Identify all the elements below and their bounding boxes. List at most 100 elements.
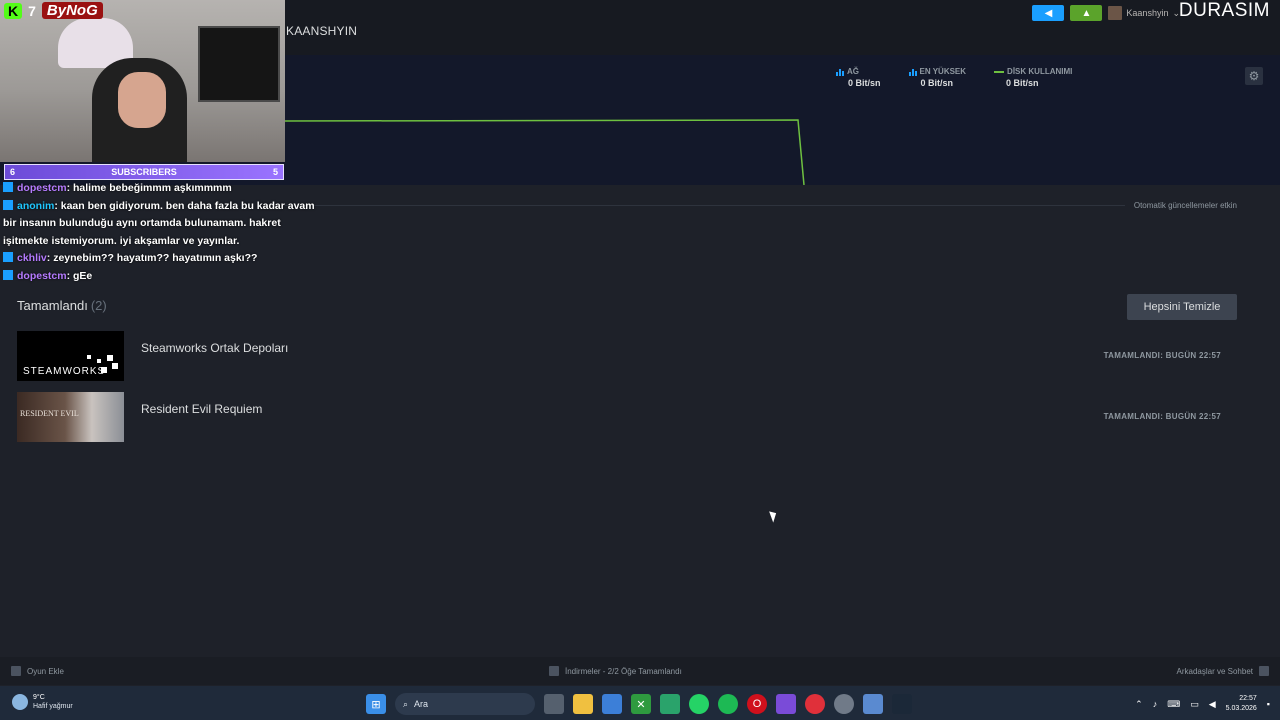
- chat-badge-icon: [3, 269, 13, 280]
- start-icon[interactable]: ⊞: [366, 694, 386, 714]
- task-view-icon[interactable]: [544, 694, 564, 714]
- clock[interactable]: 22:57 5.03.2026: [1226, 694, 1257, 714]
- top-right-controls: ◀ ▲ Kaanshyin ⌄: [1032, 5, 1180, 21]
- chat-badge-icon: [3, 182, 13, 192]
- friends-chat-label: Arkadaşlar ve Sohbet: [1176, 666, 1254, 676]
- stat-value: 0 Bit/sn: [848, 78, 881, 88]
- stat-label: DİSK KULLANIMI: [1007, 67, 1073, 76]
- streamer-face: [118, 72, 166, 128]
- friends-chat-button[interactable]: Arkadaşlar ve Sohbet: [1176, 666, 1269, 676]
- download-status: TAMAMLANDI: BUGÜN 22:57: [1103, 351, 1221, 360]
- download-item[interactable]: STEAMWORKS Steamworks Ortak Depoları TAM…: [17, 331, 1237, 381]
- weather-condition: Hafif yağmur: [33, 703, 73, 710]
- steam-icon[interactable]: [892, 694, 912, 714]
- add-game-button[interactable]: Oyun Ekle: [11, 666, 64, 676]
- download-icon: [549, 666, 559, 676]
- auto-updates-status: Otomatik güncellemeler etkin: [1133, 201, 1237, 210]
- stat-network: AĞ 0 Bit/sn: [836, 67, 881, 88]
- search-icon: ⌕: [403, 698, 409, 709]
- file-explorer-icon[interactable]: [573, 694, 593, 714]
- xbox-icon[interactable]: ✕: [631, 694, 651, 714]
- bell-icon: ▲: [1081, 7, 1092, 19]
- stream-chat: dopestcm: halime bebeğimmm aşkımmmm anon…: [3, 180, 323, 285]
- microphone-icon[interactable]: ♪: [1153, 699, 1158, 709]
- user-menu-label: Kaanshyin: [1126, 8, 1169, 18]
- chat-message: dopestcm: gEe: [3, 268, 323, 286]
- spotify-icon[interactable]: [718, 694, 738, 714]
- whatsapp-icon[interactable]: [689, 694, 709, 714]
- clock-time: 22:57: [1239, 695, 1257, 702]
- weather-icon: [12, 693, 28, 710]
- search-placeholder: Ara: [414, 699, 429, 709]
- subs-left-count: 6: [10, 167, 16, 177]
- search-box[interactable]: ⌕ Ara: [395, 693, 535, 715]
- download-title: Resident Evil Requiem: [141, 402, 263, 416]
- weather-temp: 9°C: [33, 694, 45, 701]
- game-thumbnail: RESIDENT EVIL: [17, 392, 124, 442]
- graph-stats: AĞ 0 Bit/sn EN YÜKSEK 0 Bit/sn DİSK KULL…: [836, 67, 1072, 88]
- chat-message: ckhliv: zeynebim?? hayatım?? hayatımın a…: [3, 250, 323, 268]
- thumbnail-label: STEAMWORKS: [23, 366, 105, 377]
- game-thumbnail: STEAMWORKS: [17, 331, 124, 381]
- chat-user: anonim: [17, 199, 55, 212]
- megaphone-icon: ◀: [1044, 7, 1053, 19]
- completed-count: (2): [90, 298, 107, 313]
- keyboard-icon[interactable]: ⌨: [1167, 699, 1180, 710]
- store-icon[interactable]: [602, 694, 622, 714]
- bar-chart-icon: [908, 68, 917, 76]
- chat-message: dopestcm: halime bebeğimmm aşkımmmm: [3, 180, 323, 198]
- viewer-count: 7: [28, 2, 36, 19]
- stat-value: 0 Bit/sn: [1006, 78, 1039, 88]
- thumbnail-label: RESIDENT EVIL: [20, 409, 79, 418]
- chat-text: : gEe: [66, 269, 93, 282]
- clock-date: 5.03.2026: [1225, 705, 1257, 712]
- stat-peak: EN YÜKSEK 0 Bit/sn: [908, 67, 966, 88]
- mouse-cursor: [769, 509, 779, 523]
- subs-right-count: 5: [272, 167, 278, 177]
- kick-logo: K: [4, 2, 23, 19]
- cards-icon[interactable]: [660, 694, 680, 714]
- chat-icon: [1259, 666, 1269, 676]
- gear-icon: ⚙: [1248, 69, 1260, 83]
- stat-disk: DİSK KULLANIMI 0 Bit/sn: [994, 67, 1072, 88]
- notification-icon[interactable]: ▪: [1267, 699, 1270, 709]
- chat-user: dopestcm: [17, 269, 67, 282]
- webcam-overlay: K 7 ByNoG: [0, 0, 285, 162]
- chat-badge-icon: [3, 252, 13, 262]
- system-tray: ⌃ ♪ ⌨ ▭ ◀ 22:57 5.03.2026 ▪: [1135, 694, 1270, 714]
- download-title: Steamworks Ortak Depoları: [141, 341, 289, 355]
- downloads-status-button[interactable]: İndirmeler - 2/2 Öğe Tamamlandı: [549, 666, 682, 676]
- completed-label: Tamamlandı: [17, 298, 88, 313]
- settings-button[interactable]: ⚙: [1245, 67, 1263, 85]
- app-gray-icon[interactable]: [834, 694, 854, 714]
- download-item[interactable]: RESIDENT EVIL Resident Evil Requiem TAMA…: [17, 392, 1237, 442]
- clear-all-button[interactable]: Hepsini Temizle: [1127, 294, 1237, 320]
- pegboard: [198, 26, 280, 102]
- steamworks-logo-icon: STEAMWORKS: [23, 355, 118, 377]
- notifications-button[interactable]: ▲: [1070, 5, 1103, 21]
- chat-message: anonim: kaan ben gidiyorum. ben daha faz…: [3, 198, 323, 251]
- downloads-status-label: İndirmeler - 2/2 Öğe Tamamlandı: [565, 666, 682, 676]
- app-red-icon[interactable]: [805, 694, 825, 714]
- chat-text: : halime bebeğimmm aşkımmmm: [66, 182, 232, 194]
- add-game-label: Oyun Ekle: [27, 666, 64, 676]
- avatar: [1108, 6, 1123, 20]
- download-status: TAMAMLANDI: BUGÜN 22:57: [1103, 412, 1221, 421]
- chevron-up-icon[interactable]: ⌃: [1135, 699, 1143, 710]
- opera-icon[interactable]: O: [747, 694, 767, 714]
- bar-chart-icon: [836, 68, 844, 76]
- completed-section-header: Tamamlandı (2): [17, 298, 107, 313]
- user-menu[interactable]: Kaanshyin ⌄: [1108, 6, 1180, 20]
- network-icon[interactable]: ▭: [1190, 699, 1199, 710]
- subs-label: SUBSCRIBERS: [111, 167, 177, 177]
- weather-widget[interactable]: 9°C Hafif yağmur: [12, 693, 73, 710]
- announcements-button[interactable]: ◀: [1032, 5, 1065, 21]
- steam-footer: Oyun Ekle İndirmeler - 2/2 Öğe Tamamland…: [0, 657, 1280, 685]
- app-blue-icon[interactable]: [863, 694, 883, 714]
- volume-icon[interactable]: ◀: [1209, 699, 1216, 710]
- chat-text: : zeynebim?? hayatım?? hayatımın aşkı??: [46, 252, 258, 264]
- windows-taskbar: 9°C Hafif yağmur ⊞ ⌕ Ara ✕ O ⌃ ♪ ⌨ ▭ ◀ 2…: [0, 686, 1280, 720]
- app-icon[interactable]: [776, 694, 796, 714]
- chat-user: dopestcm: [17, 182, 67, 194]
- overlay-text: DURASIM: [1178, 0, 1270, 21]
